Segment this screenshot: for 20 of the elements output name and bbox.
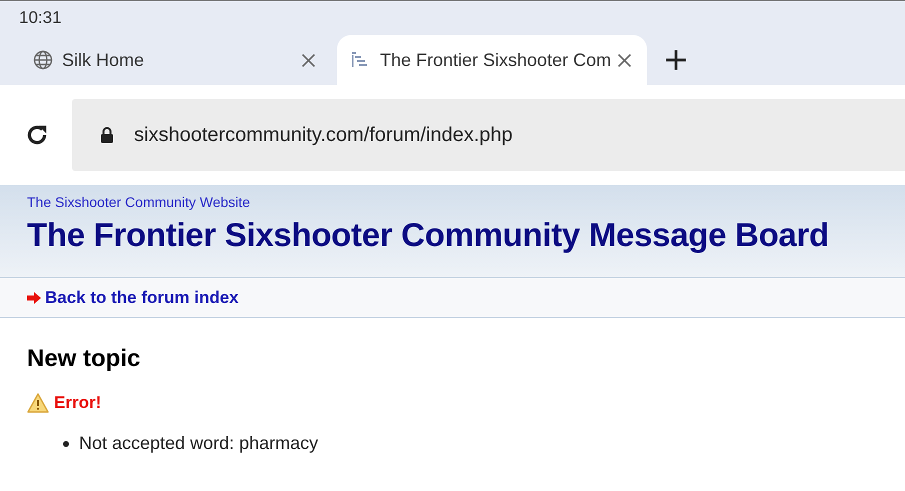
new-tab-icon[interactable] <box>665 49 687 71</box>
site-link[interactable]: The Sixshooter Community Website <box>27 194 905 210</box>
close-icon[interactable] <box>616 52 633 68</box>
warning-icon <box>27 393 49 413</box>
close-icon[interactable] <box>300 52 317 68</box>
board-title: The Frontier Sixshooter Community Message Board <box>27 216 830 254</box>
page-heading: New topic <box>27 345 142 373</box>
lock-icon <box>100 126 114 144</box>
tab-title: The Frontier Sixshooter Com <box>380 50 610 70</box>
back-link[interactable]: Back to the forum index <box>45 288 239 308</box>
status-time: 10:31 <box>19 8 62 28</box>
error-message: Not accepted word: pharmacy <box>79 433 318 454</box>
browser-tab[interactable]: Silk Home <box>19 35 331 85</box>
globe-icon <box>33 50 53 70</box>
error-title: Error! <box>54 393 102 413</box>
bullet-icon <box>63 440 69 446</box>
browser-tab[interactable]: The Frontier Sixshooter Com <box>337 35 647 85</box>
address-field[interactable]: sixshootercommunity.com/forum/index.php <box>72 99 905 171</box>
tab-title: Silk Home <box>62 50 146 70</box>
arrow-icon <box>27 292 41 304</box>
